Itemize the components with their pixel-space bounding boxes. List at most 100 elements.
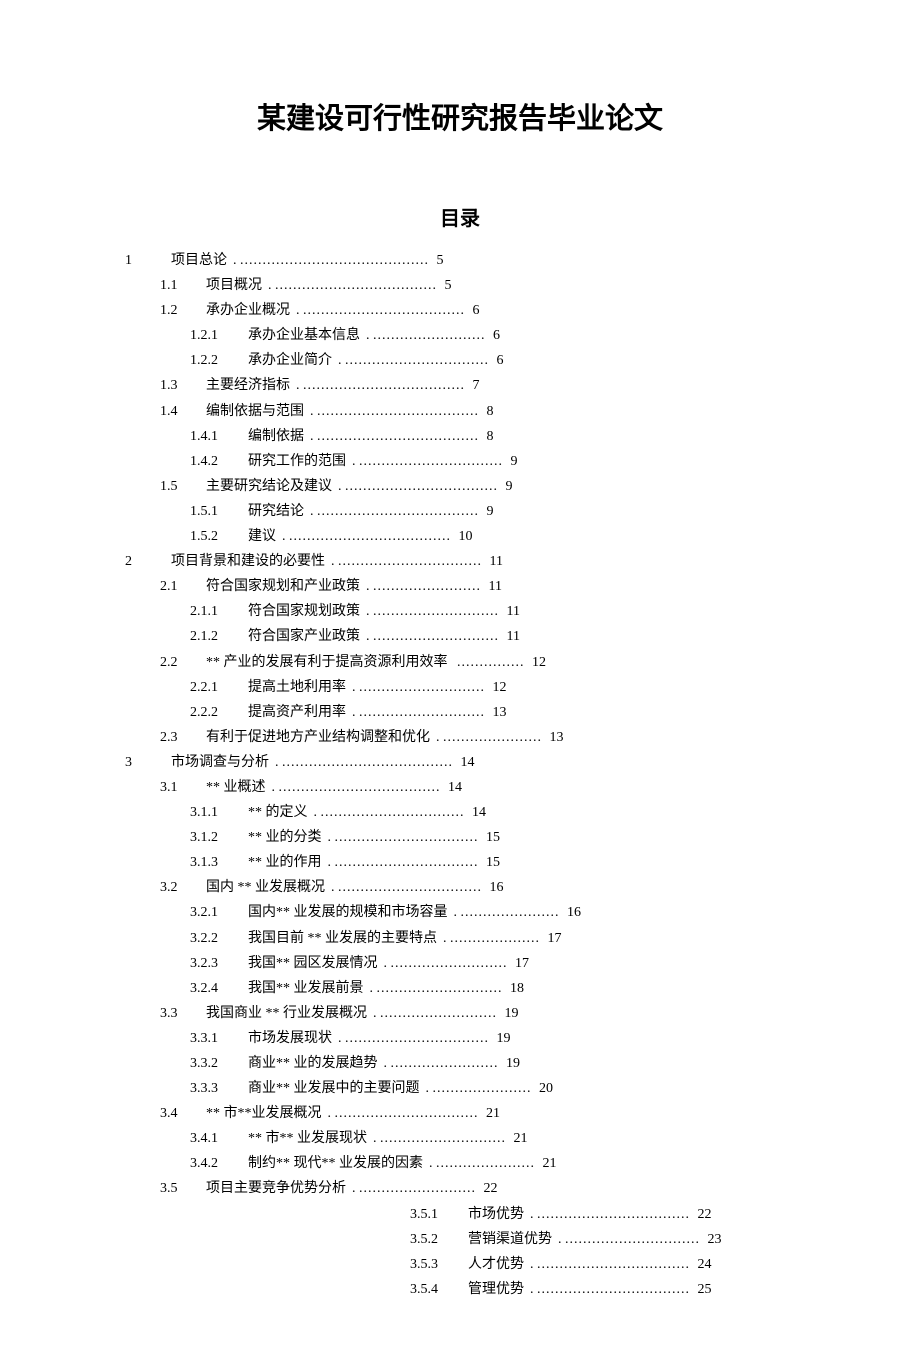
toc-entry-page: 20 [536,1081,554,1096]
toc-entry-title: 主要研究结论及建议 [206,479,332,494]
toc-entry-number: 3.2.2 [190,927,238,950]
toc-entry-page: 9 [502,479,513,494]
toc-entry: 3.1.2** 业的分类. ..........................… [190,826,840,849]
toc-entry-title: 项目总论 [171,253,227,268]
toc-entry: 3.3.3商业** 业发展中的主要问题. ...................… [190,1077,840,1100]
toc-entry: 3.2国内 ** 业发展概况. ........................… [160,876,840,899]
document-title: 某建设可行性研究报告毕业论文 [80,95,840,137]
toc-entry-page: 16 [564,905,582,920]
toc-entry-number: 3.5.2 [410,1228,458,1251]
toc-entry-title: 制约** 现代** 业发展的因素 [248,1156,423,1171]
toc-entry-title: 符合国家产业政策 [248,629,360,644]
toc-entry-page: 24 [694,1257,712,1272]
toc-entry-page: 22 [694,1207,712,1222]
toc-leader-dots: .................................. [345,479,498,494]
toc-leader-dots: ............... [457,655,525,670]
toc-entry-number: 3.1.1 [190,801,238,824]
toc-entry-title: 商业** 业的发展趋势 [248,1056,378,1071]
toc-entry-number: 2 [125,550,161,573]
toc-entry-page: 5 [441,278,452,293]
toc-entry-page: 9 [483,504,494,519]
toc-entry-number: 1.1 [160,274,196,297]
toc-entry-page: 15 [483,830,501,845]
toc-entry: 3.3.2商业** 业的发展趋势. ......................… [190,1052,840,1075]
toc-entry-number: 2.2.1 [190,676,238,699]
toc-leader-dots: ............................ [373,604,499,619]
toc-entry-page: 23 [704,1232,722,1247]
toc-entry-page: 7 [469,378,480,393]
toc-entry: 3.2.2我国目前 ** 业发展的主要特点. .................… [190,927,840,950]
toc-leader-dots: ................................ [321,805,465,820]
toc-entry-title: 管理优势 [468,1282,524,1297]
toc-entry: 3.4.1** 市** 业发展现状. .....................… [190,1127,840,1150]
toc-entry: 3.4** 市**业发展概况. ........................… [160,1102,840,1125]
toc-entry-page: 21 [483,1106,501,1121]
toc-entry-title: 商业** 业发展中的主要问题 [248,1081,420,1096]
toc-entry: 3.2.3我国** 园区发展情况. ......................… [190,952,840,975]
toc-entry-page: 11 [503,629,520,644]
toc-entry-page: 9 [507,454,518,469]
toc-entry-page: 19 [493,1031,511,1046]
toc-entry-number: 3.3.3 [190,1077,238,1100]
toc-entry: 3.1** 业概述. .............................… [160,776,840,799]
document-page: 某建设可行性研究报告毕业论文 目录 1项目总论. ...............… [0,0,920,1363]
toc-entry-title: 国内 ** 业发展概况 [206,880,325,895]
toc-entry-number: 3.4.2 [190,1152,238,1175]
toc-entry: 3.2.4我国** 业发展前景. .......................… [190,977,840,1000]
toc-leader-dots: .................................... [289,529,451,544]
toc-entry-title: 编制依据 [248,429,304,444]
toc-entry-title: 人才优势 [468,1257,524,1272]
toc-leader-dots: ...................... [461,905,560,920]
toc-entry-number: 3.1.3 [190,851,238,874]
toc-entry-title: 主要经济指标 [206,378,290,393]
toc-leader-dots: ................................ [359,454,503,469]
toc-entry-number: 1.2 [160,299,196,322]
toc-entry-number: 2.2 [160,651,196,674]
toc-entry-title: 承办企业简介 [248,353,332,368]
toc-entry-title: 研究结论 [248,504,304,519]
toc-entry-number: 3.2 [160,876,196,899]
toc-heading: 目录 [80,202,840,231]
toc-entry-number: 3.3.1 [190,1027,238,1050]
toc-leader-dots: ................................ [335,830,479,845]
toc-entry-number: 3.5 [160,1177,196,1200]
toc-entry-number: 3.5.1 [410,1203,458,1226]
toc-entry: 3.5.3人才优势. .............................… [410,1253,840,1276]
toc-entry-page: 11 [485,579,502,594]
toc-entry-number: 1.3 [160,374,196,397]
toc-entry-title: 项目背景和建设的必要性 [171,554,325,569]
toc-entry: 2.3有利于促进地方产业结构调整和优化. ...................… [160,726,840,749]
toc-entry-page: 11 [503,604,520,619]
toc-entry-number: 1.2.1 [190,324,238,347]
toc-leader-dots: ...................... [433,1081,532,1096]
toc-entry-page: 8 [483,404,494,419]
toc-entry: 1.5.2建议. ...............................… [190,525,840,548]
toc-entry-number: 1.5.2 [190,525,238,548]
toc-leader-dots: ................................ [335,1106,479,1121]
toc-entry-title: 市场调查与分析 [171,755,269,770]
toc-entry: 1.2承办企业概况. .............................… [160,299,840,322]
toc-entry: 3.5项目主要竞争优势分析. .........................… [160,1177,840,1200]
toc-entry-title: ** 的定义 [248,805,308,820]
toc-entry-page: 13 [546,730,564,745]
toc-leader-dots: .................................... [303,303,465,318]
toc-entry-title: 建议 [248,529,276,544]
toc-leader-dots: ........................................… [240,253,429,268]
toc-entry: 1.2.2承办企业简介. ...........................… [190,349,840,372]
toc-leader-dots: ................................ [338,554,482,569]
toc-entry-title: ** 市** 业发展现状 [248,1131,367,1146]
toc-leader-dots: .................................. [537,1207,690,1222]
toc-entry: 3市场调查与分析. ..............................… [125,751,840,774]
toc-leader-dots: ...................... [436,1156,535,1171]
toc-entry-page: 13 [489,705,507,720]
toc-entry-number: 2.1.2 [190,625,238,648]
toc-entry: 1.4编制依据与范围. ............................… [160,400,840,423]
toc-entry: 1.2.1承办企业基本信息. .........................… [190,324,840,347]
toc-entry-number: 3.5.4 [410,1278,458,1301]
toc-leader-dots: .................................... [317,429,479,444]
toc-leader-dots: .............................. [565,1232,700,1247]
toc-entry: 2.2** 产业的发展有利于提高资源利用效率 ............... 1… [160,651,840,674]
toc-entry: 2.2.1提高土地利用率. ..........................… [190,676,840,699]
toc-leader-dots: ................................ [345,353,489,368]
toc-entry-title: ** 业的分类 [248,830,322,845]
